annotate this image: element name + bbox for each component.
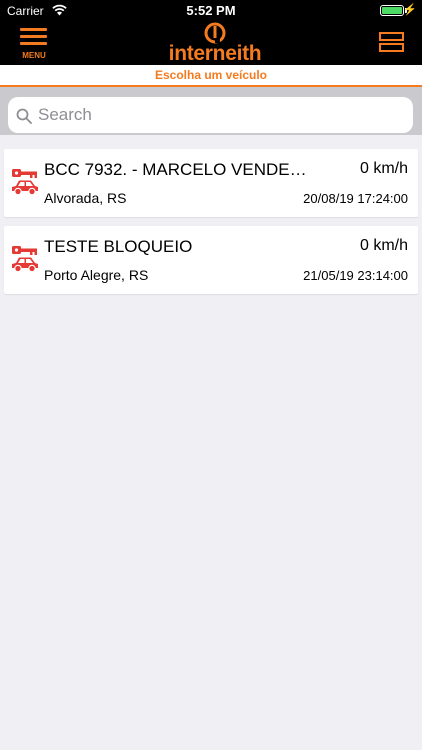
vehicle-speed: 0 km/h xyxy=(359,237,408,254)
battery-icon xyxy=(380,5,404,16)
vehicle-location: Porto Alegre, RS xyxy=(44,267,149,283)
split-view-button[interactable] xyxy=(379,32,404,53)
vehicle-list-item[interactable]: TESTE BLOQUEIO 0 km/h Porto Alegre, RS 2… xyxy=(4,226,418,294)
vehicle-name: TESTE BLOQUEIO xyxy=(44,237,193,256)
vehicle-location: Alvorada, RS xyxy=(44,190,127,206)
page-subtitle: Escolha um veículo xyxy=(154,68,268,82)
hamburger-icon-bar xyxy=(20,35,47,38)
split-view-icon xyxy=(379,32,404,41)
menu-button[interactable]: MENU xyxy=(14,26,54,62)
status-bar: Carrier 5:52 PM ⚡ xyxy=(0,0,422,22)
vehicle-list-item[interactable]: BCC 7932. - MARCELO VENDEDOR 0 km/h Alvo… xyxy=(4,149,418,217)
logo-mark-icon xyxy=(204,22,226,44)
car-key-icon xyxy=(12,169,38,196)
hamburger-icon-bar xyxy=(20,42,47,45)
subtitle-bar: Escolha um veículo xyxy=(0,65,422,87)
vehicle-speed: 0 km/h xyxy=(359,160,408,177)
car-key-icon xyxy=(12,246,38,273)
menu-label: MENU xyxy=(22,51,46,60)
vehicle-timestamp: 21/05/19 23:14:00 xyxy=(303,268,408,283)
split-view-icon-cell xyxy=(379,43,404,52)
app-header: MENU interneith xyxy=(0,22,422,65)
search-icon xyxy=(16,108,32,124)
vehicle-timestamp: 20/08/19 17:24:00 xyxy=(303,191,408,206)
hamburger-icon xyxy=(20,28,47,31)
brand-logo: interneith xyxy=(160,22,270,65)
search-input[interactable] xyxy=(38,97,398,133)
clock: 5:52 PM xyxy=(186,3,236,18)
vehicle-name: BCC 7932. - MARCELO VENDEDOR xyxy=(44,160,314,179)
logo-text: interneith xyxy=(168,42,262,65)
charging-icon: ⚡ xyxy=(403,4,417,16)
